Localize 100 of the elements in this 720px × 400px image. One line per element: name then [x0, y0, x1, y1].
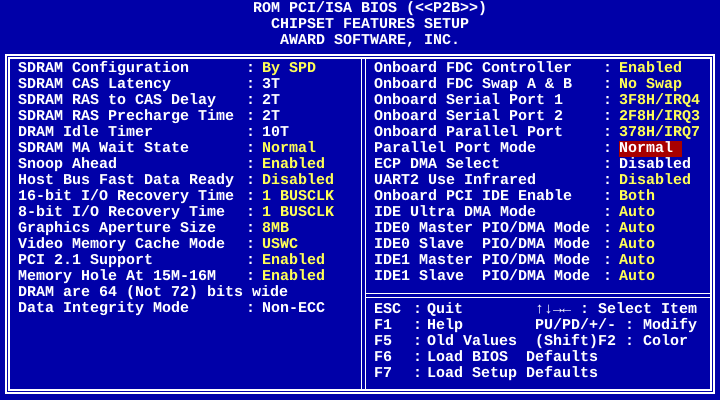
key-label: PU/PD/+/- — [535, 318, 618, 334]
setting-label: Onboard FDC Swap A & B — [374, 77, 574, 93]
setting-label: Memory Hole At 15M-16M — [18, 269, 218, 285]
separator: : — [580, 302, 590, 318]
setting-label: ECP DMA Select — [374, 157, 500, 173]
separator: : — [246, 173, 256, 189]
key-action: Color — [643, 334, 688, 350]
separator: : — [413, 350, 424, 366]
setting-label: SDRAM RAS Precharge Time — [18, 109, 236, 125]
setting-label: IDE1 Master PIO/DMA Mode — [374, 253, 592, 269]
setting-value[interactable]: 10T — [262, 125, 290, 141]
setting-value[interactable]: Auto — [619, 205, 656, 221]
setting-label: 16-bit I/O Recovery Time — [18, 189, 236, 205]
separator: : — [246, 93, 256, 109]
separator: : — [246, 221, 256, 237]
key-label: (Shift)F2 — [535, 334, 618, 350]
setting-value[interactable]: USWC — [262, 237, 298, 253]
setting-value[interactable]: Auto — [619, 221, 656, 237]
setting-value[interactable]: Both — [619, 189, 656, 205]
separator: : — [603, 141, 614, 157]
separator: : — [625, 334, 636, 350]
header-title: ROM PCI/ISA BIOS (<<P2B>>) — [252, 1, 488, 17]
key-action: Help — [427, 318, 464, 334]
setting-label: Video Memory Cache Mode — [18, 237, 226, 253]
setting-value[interactable]: Auto — [619, 269, 656, 285]
separator: : — [603, 269, 614, 285]
setting-value[interactable]: Non-ECC — [262, 301, 326, 317]
setting-label: Parallel Port Mode — [374, 141, 538, 157]
setting-label: Onboard PCI IDE Enable — [374, 189, 574, 205]
key-label: F7 — [374, 366, 394, 382]
setting-value[interactable]: Disabled — [619, 173, 692, 189]
setting-value[interactable]: 3F8H/IRQ4 — [619, 93, 700, 109]
separator: : — [603, 237, 614, 253]
setting-label: 8-bit I/O Recovery Time — [18, 205, 226, 221]
setting-value[interactable]: By SPD — [262, 61, 316, 77]
separator: : — [413, 318, 424, 334]
setting-label: Host Bus Fast Data Ready — [18, 173, 236, 189]
separator: : — [413, 334, 424, 350]
setting-value[interactable]: 1 BUSCLK — [262, 205, 334, 221]
setting-label: Onboard FDC Controller — [374, 61, 574, 77]
setting-value[interactable]: Enabled — [262, 157, 326, 173]
setting-value[interactable]: Normal — [262, 141, 316, 157]
setting-label: SDRAM RAS to CAS Delay — [18, 93, 218, 109]
setting-value[interactable]: 8MB — [262, 221, 290, 237]
setting-value[interactable]: Auto — [619, 253, 656, 269]
separator: : — [246, 125, 256, 141]
setting-label: Graphics Aperture Size — [18, 221, 218, 237]
separator: : — [246, 109, 256, 125]
separator: : — [413, 366, 424, 382]
key-label: ↑↓→← — [535, 302, 572, 318]
separator: : — [413, 302, 424, 318]
setting-label: IDE1 Slave PIO/DMA Mode — [374, 269, 592, 285]
setting-value[interactable]: 2T — [262, 109, 280, 125]
separator: : — [603, 93, 614, 109]
setting-value[interactable]: Enabled — [262, 253, 326, 269]
setting-label: PCI 2.1 Support — [18, 253, 154, 269]
key-label: F5 — [374, 334, 394, 350]
header-title: AWARD SOFTWARE, INC. — [280, 33, 460, 49]
setting-label: IDE0 Master PIO/DMA Mode — [374, 221, 592, 237]
setting-value[interactable]: 2T — [262, 93, 280, 109]
separator: : — [246, 61, 256, 77]
setting-label: IDE Ultra DMA Mode — [374, 205, 538, 221]
note-text: DRAM are 64 (Not 72) bits wide — [18, 285, 288, 301]
setting-value[interactable]: 2F8H/IRQ3 — [619, 109, 700, 125]
separator: : — [603, 173, 614, 189]
separator: : — [603, 221, 614, 237]
setting-value[interactable]: Normal — [619, 141, 682, 157]
key-action: Load Setup Defaults — [427, 366, 598, 382]
separator: : — [246, 205, 256, 221]
setting-label: Snoop Ahead — [18, 157, 118, 173]
setting-value[interactable]: Auto — [619, 237, 656, 253]
setting-value[interactable]: 3T — [262, 77, 280, 93]
setting-value[interactable]: Enabled — [619, 61, 682, 77]
key-action: Quit — [427, 302, 464, 318]
separator: : — [603, 109, 614, 125]
separator: : — [603, 253, 614, 269]
setting-value[interactable]: Enabled — [262, 269, 326, 285]
key-action: Old Values — [427, 334, 518, 350]
separator: : — [246, 141, 256, 157]
separator: : — [603, 157, 614, 173]
header-title: CHIPSET FEATURES SETUP — [270, 17, 470, 33]
setting-value[interactable]: Disabled — [619, 157, 692, 173]
setting-value[interactable]: No Swap — [619, 77, 682, 93]
setting-label: Data Integrity Mode — [18, 301, 190, 317]
setting-value[interactable]: 378H/IRQ7 — [619, 125, 700, 141]
setting-value[interactable]: Disabled — [262, 173, 334, 189]
setting-label: Onboard Serial Port 2 — [374, 109, 564, 125]
key-label: ESC — [374, 302, 402, 318]
separator: : — [603, 125, 614, 141]
separator: : — [246, 237, 256, 253]
separator: : — [603, 61, 614, 77]
separator: : — [603, 205, 614, 221]
key-action: Modify — [643, 318, 698, 334]
key-action: Select Item — [598, 302, 698, 318]
setting-label: Onboard Serial Port 1 — [374, 93, 564, 109]
setting-value[interactable]: 1 BUSCLK — [262, 189, 334, 205]
separator: : — [603, 77, 614, 93]
separator: : — [246, 253, 256, 269]
setting-label: Onboard Parallel Port — [374, 125, 564, 141]
separator: : — [246, 301, 256, 317]
